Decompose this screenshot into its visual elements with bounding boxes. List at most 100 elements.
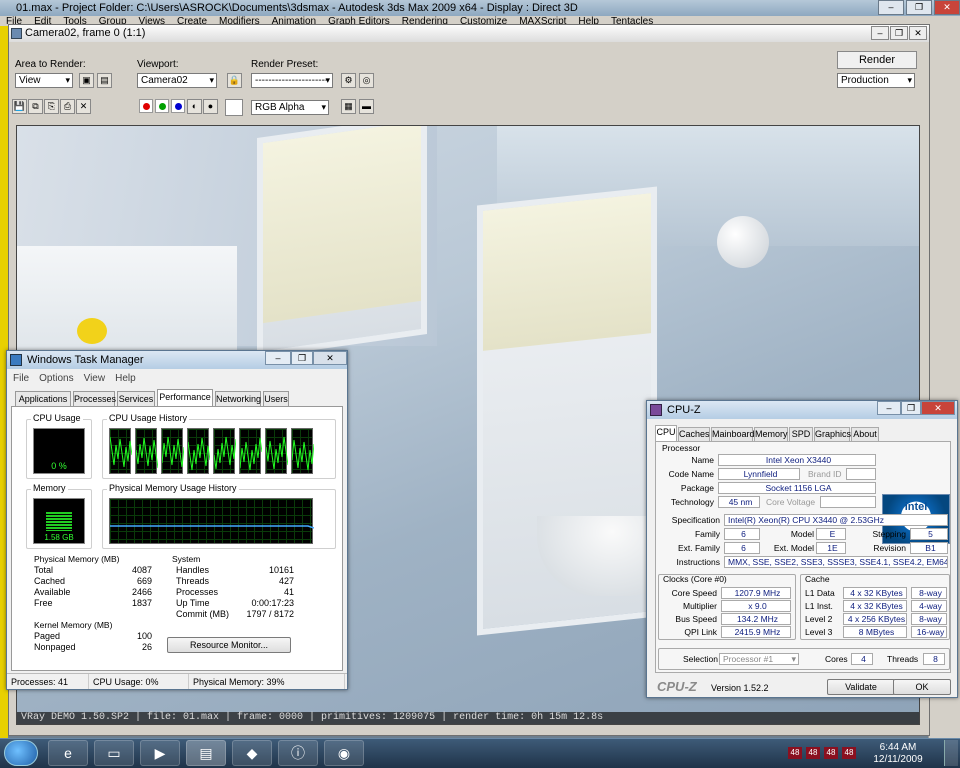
- cpu-core-graph: [265, 428, 289, 474]
- cache-size-value: 4 x 256 KBytes: [843, 613, 907, 625]
- max-close-button[interactable]: ✕: [934, 0, 960, 15]
- clone-window-icon[interactable]: ⧉: [28, 99, 43, 114]
- toggle-ui-overlay-icon[interactable]: ▦: [341, 99, 356, 114]
- memory-history-group: Physical Memory Usage History: [102, 483, 336, 549]
- tm-restore-button[interactable]: ❐: [291, 351, 313, 365]
- tm-menu-view[interactable]: View: [84, 373, 106, 384]
- cpuz-footer-logo: CPU-Z: [657, 679, 697, 694]
- channel-select[interactable]: RGB Alpha: [251, 100, 329, 115]
- minimize-button[interactable]: –: [871, 26, 889, 40]
- tm-menu-help[interactable]: Help: [115, 373, 136, 384]
- core-voltage-value: [820, 496, 876, 508]
- task-manager-taskbar-icon[interactable]: ▤: [186, 740, 226, 766]
- viewport-select[interactable]: Camera02: [137, 73, 217, 88]
- copy-image-icon[interactable]: ⎘: [44, 99, 59, 114]
- cpuz-tab-about[interactable]: About: [851, 427, 879, 441]
- monochrome-icon[interactable]: ●: [203, 99, 218, 114]
- green-channel-toggle[interactable]: [155, 99, 169, 113]
- show-desktop-button[interactable]: [944, 740, 958, 766]
- cpuz-tab-cpu[interactable]: CPU: [655, 425, 677, 441]
- stat-label: Processes: [176, 587, 219, 597]
- cpuz-minimize-button[interactable]: –: [877, 401, 901, 415]
- cpu-temp-tray-icon[interactable]: 48: [824, 747, 838, 759]
- render-setup-icon[interactable]: ⚙: [341, 73, 356, 88]
- cpuz-title: CPU-Z: [667, 404, 701, 416]
- edit-region-icon[interactable]: ▣: [79, 73, 94, 88]
- clock[interactable]: 6:44 AM 12/11/2009: [868, 740, 928, 766]
- render-mode-select[interactable]: Production: [837, 73, 915, 88]
- tm-close-button[interactable]: ✕: [313, 351, 347, 365]
- model-value: E: [816, 528, 846, 540]
- tab-networking[interactable]: Networking: [215, 391, 261, 406]
- start-button[interactable]: [4, 740, 38, 766]
- media-player-icon[interactable]: ▶: [140, 740, 180, 766]
- tab-users[interactable]: Users: [263, 391, 289, 406]
- cpuz-close-button[interactable]: ✕: [921, 401, 955, 415]
- internet-explorer-icon[interactable]: e: [48, 740, 88, 766]
- alpha-channel-icon[interactable]: ◐: [187, 99, 202, 114]
- print-icon[interactable]: ⎙: [60, 99, 75, 114]
- render-window-title: Camera02, frame 0 (1:1): [25, 27, 146, 39]
- render-rubber-duck: [77, 318, 107, 344]
- save-image-icon[interactable]: 💾: [12, 99, 27, 114]
- toggle-ui-icon[interactable]: ▬: [359, 99, 374, 114]
- tm-minimize-button[interactable]: –: [265, 351, 291, 365]
- validate-button[interactable]: Validate: [827, 679, 895, 695]
- lock-viewport-icon[interactable]: 🔒: [227, 73, 242, 88]
- tab-performance[interactable]: Performance: [157, 389, 213, 406]
- qpi-link-value: 2415.9 MHz: [721, 626, 791, 638]
- environment-icon[interactable]: ◎: [359, 73, 374, 88]
- blue-channel-toggle[interactable]: [171, 99, 185, 113]
- cache-size-value: 8 MBytes: [843, 626, 907, 638]
- tab-applications[interactable]: Applications: [15, 391, 71, 406]
- bus-speed-value: 134.2 MHz: [721, 613, 791, 625]
- clear-icon[interactable]: ✕: [76, 99, 91, 114]
- stat-label: Threads: [176, 576, 210, 586]
- tm-menu-options[interactable]: Options: [39, 373, 73, 384]
- cpu-temp-tray-icon[interactable]: 48: [788, 747, 802, 759]
- cpuz-restore-button[interactable]: ❐: [901, 401, 921, 415]
- explorer-folder-icon[interactable]: ▭: [94, 740, 134, 766]
- selection-select[interactable]: Processor #1: [719, 653, 799, 665]
- render-window-left: [257, 126, 427, 358]
- cpuz-tab-spd[interactable]: SPD: [789, 427, 813, 441]
- stepping-label: Stepping: [872, 529, 906, 539]
- auto-region-icon[interactable]: ▤: [97, 73, 112, 88]
- cpuz-tab-graphics[interactable]: Graphics: [814, 427, 851, 441]
- red-channel-toggle[interactable]: [139, 99, 153, 113]
- info-app-icon[interactable]: ⓘ: [278, 740, 318, 766]
- cpuz-tab-memory[interactable]: Memory: [754, 427, 788, 441]
- cpuz-tab-caches[interactable]: Caches: [678, 427, 710, 441]
- ok-button[interactable]: OK: [893, 679, 951, 695]
- cpuz-tab-mainboard[interactable]: Mainboard: [711, 427, 755, 441]
- render-preset-select[interactable]: ----------------------: [251, 73, 333, 88]
- color-swatch[interactable]: [225, 99, 243, 116]
- stat-row: Cached 669: [34, 576, 152, 586]
- stat-label: Available: [34, 587, 71, 597]
- ext-model-value: 1E: [816, 542, 846, 554]
- max-title-bar: 01.max - Project Folder: C:\Users\ASROCK…: [0, 0, 960, 16]
- cpu-temp-tray-icon[interactable]: 48: [806, 747, 820, 759]
- close-button[interactable]: ✕: [909, 26, 927, 40]
- max-minimize-button[interactable]: –: [878, 0, 904, 15]
- cpu-usage-group: CPU Usage 0 %: [26, 413, 92, 479]
- area-to-render-select[interactable]: View: [15, 73, 73, 88]
- tab-processes[interactable]: Processes: [73, 391, 116, 406]
- max-window-controls: – ❐ ✕: [878, 0, 960, 15]
- tm-menu-file[interactable]: File: [13, 373, 29, 384]
- status-physical-memory: Physical Memory: 39%: [189, 674, 345, 689]
- stat-label: Up Time: [176, 598, 210, 608]
- qpi-link-label: QPI Link: [684, 627, 717, 637]
- cpuz-taskbar-icon[interactable]: ◉: [324, 740, 364, 766]
- resource-monitor-button[interactable]: Resource Monitor...: [167, 637, 291, 653]
- tab-services[interactable]: Services: [117, 391, 155, 406]
- render-button[interactable]: Render: [837, 51, 917, 69]
- processor-group-label: Processor: [662, 443, 701, 453]
- kernel-memory-group: Kernel Memory (MB) Paged 100 Nonpaged 26: [26, 617, 158, 657]
- cores-value: 4: [851, 653, 873, 665]
- cpu-temp-tray-icon[interactable]: 48: [842, 747, 856, 759]
- 3dsmax-taskbar-icon[interactable]: ◆: [232, 740, 272, 766]
- restore-button[interactable]: ❐: [890, 26, 908, 40]
- revision-label: Revision: [873, 543, 906, 553]
- max-restore-button[interactable]: ❐: [906, 0, 932, 15]
